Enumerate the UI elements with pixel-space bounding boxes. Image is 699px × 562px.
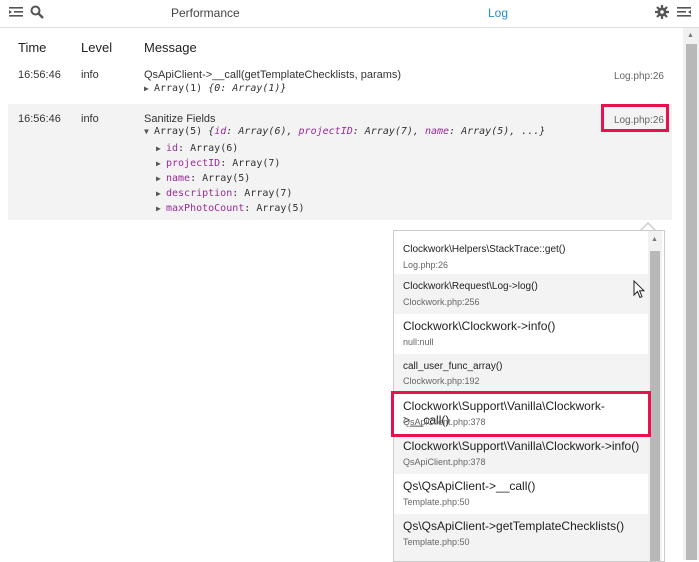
log-table-header: Time Level Message <box>0 27 683 57</box>
expand-triangle-icon[interactable]: ▶ <box>156 156 166 171</box>
scroll-up-icon[interactable]: ▲ <box>687 32 694 39</box>
stack-frame[interactable]: Clockwork\Request\Log->log() Clockwork.p… <box>394 274 648 314</box>
scroll-up-icon[interactable]: ▲ <box>651 236 658 243</box>
dump-collapsed[interactable]: ▶ Array(1) {0: Array(1)} <box>144 83 286 94</box>
stack-frame[interactable]: Qs\QsApiClient->__call() Template.php:50 <box>394 474 648 514</box>
log-message: QsApiClient->__call(getTemplateChecklist… <box>144 69 402 81</box>
expand-triangle-icon[interactable]: ▶ <box>144 84 154 93</box>
table-row: 16:56:46 info QsApiClient->__call(getTem… <box>8 60 672 100</box>
dump-preview: {id: Array(6), projectID: Array(7), name… <box>208 126 546 137</box>
tab-log[interactable]: Log <box>488 6 508 20</box>
dump-preview: {0: Array(1)} <box>208 83 287 94</box>
column-header-message: Message <box>144 40 197 55</box>
column-header-time: Time <box>18 40 47 55</box>
expand-triangle-icon[interactable]: ▶ <box>156 171 166 186</box>
expand-triangle-icon[interactable]: ▶ <box>156 141 166 156</box>
stack-frame[interactable]: Clockwork\Clockwork->info() null:null <box>394 314 648 354</box>
dump-child[interactable]: ▶ projectID: Array(7) <box>156 156 305 171</box>
scrollbar-thumb[interactable] <box>650 251 660 561</box>
details-toggle-icon[interactable] <box>676 5 692 21</box>
table-row: 16:56:46 info Sanitize Fields ▼ Array(5) … <box>8 104 672 220</box>
log-time: 16:56:46 <box>18 69 61 81</box>
stack-frame[interactable]: call_user_func_array() Clockwork.php:192 <box>394 354 648 394</box>
scrollbar-thumb[interactable] <box>686 44 697 560</box>
dump-head: Array(5) <box>154 126 203 137</box>
dump-child[interactable]: ▶ id: Array(6) <box>156 141 305 156</box>
log-level: info <box>81 113 99 125</box>
dump-children: ▶ id: Array(6) ▶ projectID: Array(7) ▶ name… <box>156 141 305 216</box>
stack-frame[interactable]: Qs\QsApiClient->getTemplateChecklists() … <box>394 514 648 561</box>
log-level: info <box>81 69 99 81</box>
log-file-link[interactable]: Log.php:26 <box>614 71 664 82</box>
main-scrollbar[interactable]: ▲ <box>683 28 699 560</box>
expand-triangle-icon[interactable]: ▶ <box>156 186 166 201</box>
tab-performance[interactable]: Performance <box>171 6 240 20</box>
search-icon[interactable] <box>29 5 45 21</box>
log-time: 16:56:46 <box>18 113 61 125</box>
dump-child[interactable]: ▶ maxPhotoCount: Array(5) <box>156 201 305 216</box>
sidebar-toggle-icon[interactable] <box>8 5 24 21</box>
toolbar: Performance Log <box>0 0 699 28</box>
dump-expanded[interactable]: ▼ Array(5) {id: Array(6), projectID: Arra… <box>144 126 545 137</box>
dump-child[interactable]: ▶ name: Array(5) <box>156 171 305 186</box>
highlight-box <box>391 391 651 437</box>
mouse-cursor-icon <box>633 279 646 304</box>
column-header-level: Level <box>81 40 113 55</box>
stack-frame[interactable]: Clockwork\Support\Vanilla\Clockwork->inf… <box>394 434 648 474</box>
expand-triangle-icon[interactable]: ▶ <box>156 201 166 216</box>
stack-frame[interactable]: Clockwork\Helpers\StackTrace::get() Log.… <box>394 231 648 271</box>
collapse-triangle-icon[interactable]: ▼ <box>144 127 154 136</box>
dump-child[interactable]: ▶ description: Array(7) <box>156 186 305 201</box>
dump-head: Array(1) <box>154 83 203 94</box>
gear-icon[interactable] <box>654 5 670 21</box>
highlight-box <box>601 104 669 132</box>
log-message: Sanitize Fields <box>144 113 216 125</box>
